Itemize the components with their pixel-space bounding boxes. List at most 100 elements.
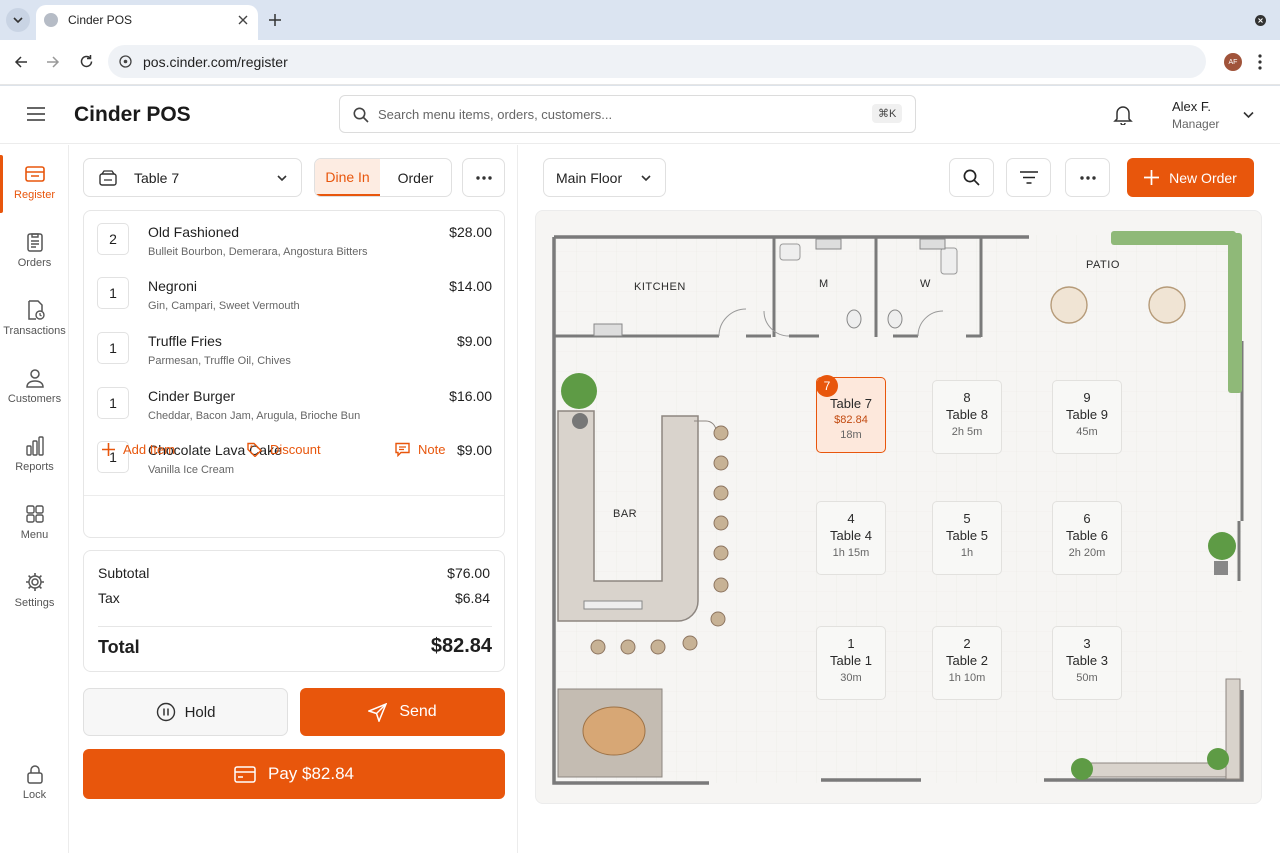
sidebar-item-transactions[interactable]: Transactions	[0, 291, 69, 353]
discount-button[interactable]: Discount	[247, 442, 321, 457]
more-options-button[interactable]	[462, 158, 505, 197]
chevron-down-icon[interactable]	[1243, 111, 1254, 119]
total-value: $82.84	[430, 635, 492, 657]
floor-select[interactable]: Main Floor	[543, 158, 666, 197]
table-number: 8	[963, 390, 971, 405]
table-label: Table 8	[946, 407, 988, 422]
floor-select-value: Main Floor	[556, 169, 623, 186]
floor-search-button[interactable]	[949, 158, 994, 197]
tab-search-button[interactable]	[6, 8, 30, 32]
table-number-badge: 7	[816, 375, 838, 397]
receipt-clock-icon	[27, 300, 45, 320]
forward-icon[interactable]	[46, 55, 60, 69]
list-item[interactable]: 1 Truffle Fries Parmesan, Truffle Oil, C…	[84, 319, 504, 373]
quantity-box[interactable]: 1	[97, 387, 129, 419]
filter-button[interactable]	[1006, 158, 1051, 197]
profile-avatar[interactable]: AF	[1224, 53, 1242, 71]
browser-tab-strip: Cinder POS	[0, 0, 1280, 40]
table-7[interactable]: 7 Table 7 $82.84 18m	[816, 375, 886, 453]
browser-menu-icon[interactable]	[1258, 54, 1262, 70]
quantity-box[interactable]: 1	[97, 277, 129, 309]
table-1[interactable]: 1 Table 1 30m	[816, 626, 886, 700]
table-9[interactable]: 9 Table 9 45m	[1052, 380, 1122, 454]
tab-order[interactable]: Order	[380, 159, 451, 196]
item-price: $16.00	[449, 388, 492, 404]
hamburger-menu-icon[interactable]	[27, 107, 45, 121]
item-price: $9.00	[456, 442, 492, 458]
table-time: 1h 10m	[948, 672, 986, 684]
sidebar-item-label: Customers	[7, 393, 62, 405]
browser-tab[interactable]: Cinder POS	[36, 5, 258, 40]
table-select-value: Table 7	[134, 169, 180, 186]
site-info-icon[interactable]	[119, 55, 132, 68]
search-icon	[963, 169, 980, 186]
table-number: 6	[1083, 511, 1091, 526]
hold-button[interactable]: Hold	[83, 688, 288, 736]
table-3[interactable]: 3 Table 3 50m	[1052, 626, 1122, 700]
table-label: Table 7	[830, 396, 872, 411]
lock-button[interactable]: Lock	[0, 755, 69, 817]
tab-title: Cinder POS	[68, 13, 133, 27]
pos-app: Cinder POS Search menu items, orders, cu…	[0, 86, 1280, 853]
list-item[interactable]: 1 Negroni Gin, Campari, Sweet Vermouth $…	[84, 265, 504, 319]
search-input[interactable]: Search menu items, orders, customers... …	[339, 95, 916, 133]
table-amount: $82.84	[834, 414, 868, 426]
table-label: Table 3	[1066, 653, 1108, 668]
sidebar-item-label: Transactions	[3, 325, 66, 337]
item-description: Cheddar, Bacon Jam, Arugula, Brioche Bun	[148, 410, 361, 422]
quantity-box[interactable]: 2	[97, 223, 129, 255]
floor-plan: KITCHEN M W PATIO BAR 7 Table 7 $82.84 1…	[535, 210, 1262, 804]
sidebar-item-label: Menu	[20, 529, 49, 541]
sidebar-item-label: Register	[14, 189, 55, 201]
new-tab-icon[interactable]	[269, 14, 281, 26]
floor-more-button[interactable]	[1065, 158, 1110, 197]
send-button[interactable]: Send	[300, 688, 505, 736]
sidebar-item-reports[interactable]: Reports	[0, 427, 69, 489]
user-name[interactable]: Alex F.	[1172, 99, 1211, 114]
send-icon	[368, 702, 388, 722]
list-item[interactable]: 1 Cinder Burger Cheddar, Bacon Jam, Arug…	[84, 374, 504, 428]
table-label: Table 5	[946, 528, 988, 543]
bell-icon[interactable]	[1113, 104, 1133, 125]
table-2[interactable]: 2 Table 2 1h 10m	[932, 626, 1002, 700]
table-5[interactable]: 5 Table 5 1h	[932, 501, 1002, 575]
item-description: Gin, Campari, Sweet Vermouth	[148, 300, 300, 312]
sidebar-item-label: Reports	[15, 461, 54, 473]
omnibox[interactable]: pos.cinder.com/register	[108, 45, 1206, 78]
table-8[interactable]: 8 Table 8 2h 5m	[932, 380, 1002, 454]
new-order-button[interactable]: New Order	[1127, 158, 1254, 197]
order-panel: Table 7 Dine In Order 2 Old Fashioned Bu…	[70, 145, 518, 853]
table-label: Table 1	[830, 653, 872, 668]
table-time: 2h 20m	[1068, 547, 1106, 559]
tab-dine-in[interactable]: Dine In	[315, 159, 381, 196]
chevron-down-icon	[13, 17, 23, 24]
close-tab-icon[interactable]	[238, 15, 248, 25]
back-icon[interactable]	[14, 55, 28, 69]
table-6[interactable]: 6 Table 6 2h 20m	[1052, 501, 1122, 575]
note-button[interactable]: Note	[395, 442, 445, 457]
quantity-box[interactable]: 1	[97, 332, 129, 364]
sidebar-item-orders[interactable]: Orders	[0, 223, 69, 285]
table-time: 18m	[840, 429, 862, 441]
more-horizontal-icon	[475, 175, 492, 180]
discount-label: Discount	[270, 442, 321, 457]
list-item[interactable]: 2 Old Fashioned Bulleit Bourbon, Demerar…	[84, 211, 504, 265]
item-price: $14.00	[449, 278, 492, 294]
sidebar-item-register[interactable]: Register	[0, 155, 69, 217]
item-name: Negroni	[148, 278, 198, 294]
sidebar-item-menu[interactable]: Menu	[0, 495, 69, 557]
table-select[interactable]: Table 7	[83, 158, 302, 197]
order-items-card: 2 Old Fashioned Bulleit Bourbon, Demerar…	[83, 210, 505, 538]
sidebar-item-label: Orders	[17, 257, 52, 269]
sidebar-item-customers[interactable]: Customers	[0, 359, 69, 421]
tax-value: $6.84	[454, 590, 490, 606]
window-close-icon[interactable]	[1255, 15, 1266, 26]
tag-icon	[247, 442, 262, 457]
floor-plan-drawing	[552, 231, 1244, 785]
shortcut-badge: ⌘K	[872, 104, 903, 123]
table-4[interactable]: 4 Table 4 1h 15m	[816, 501, 886, 575]
sidebar-item-settings[interactable]: Settings	[0, 563, 69, 625]
add-item-button[interactable]: Add Item	[102, 442, 175, 457]
reload-icon[interactable]	[79, 54, 94, 69]
pay-button[interactable]: Pay $82.84	[83, 749, 505, 799]
